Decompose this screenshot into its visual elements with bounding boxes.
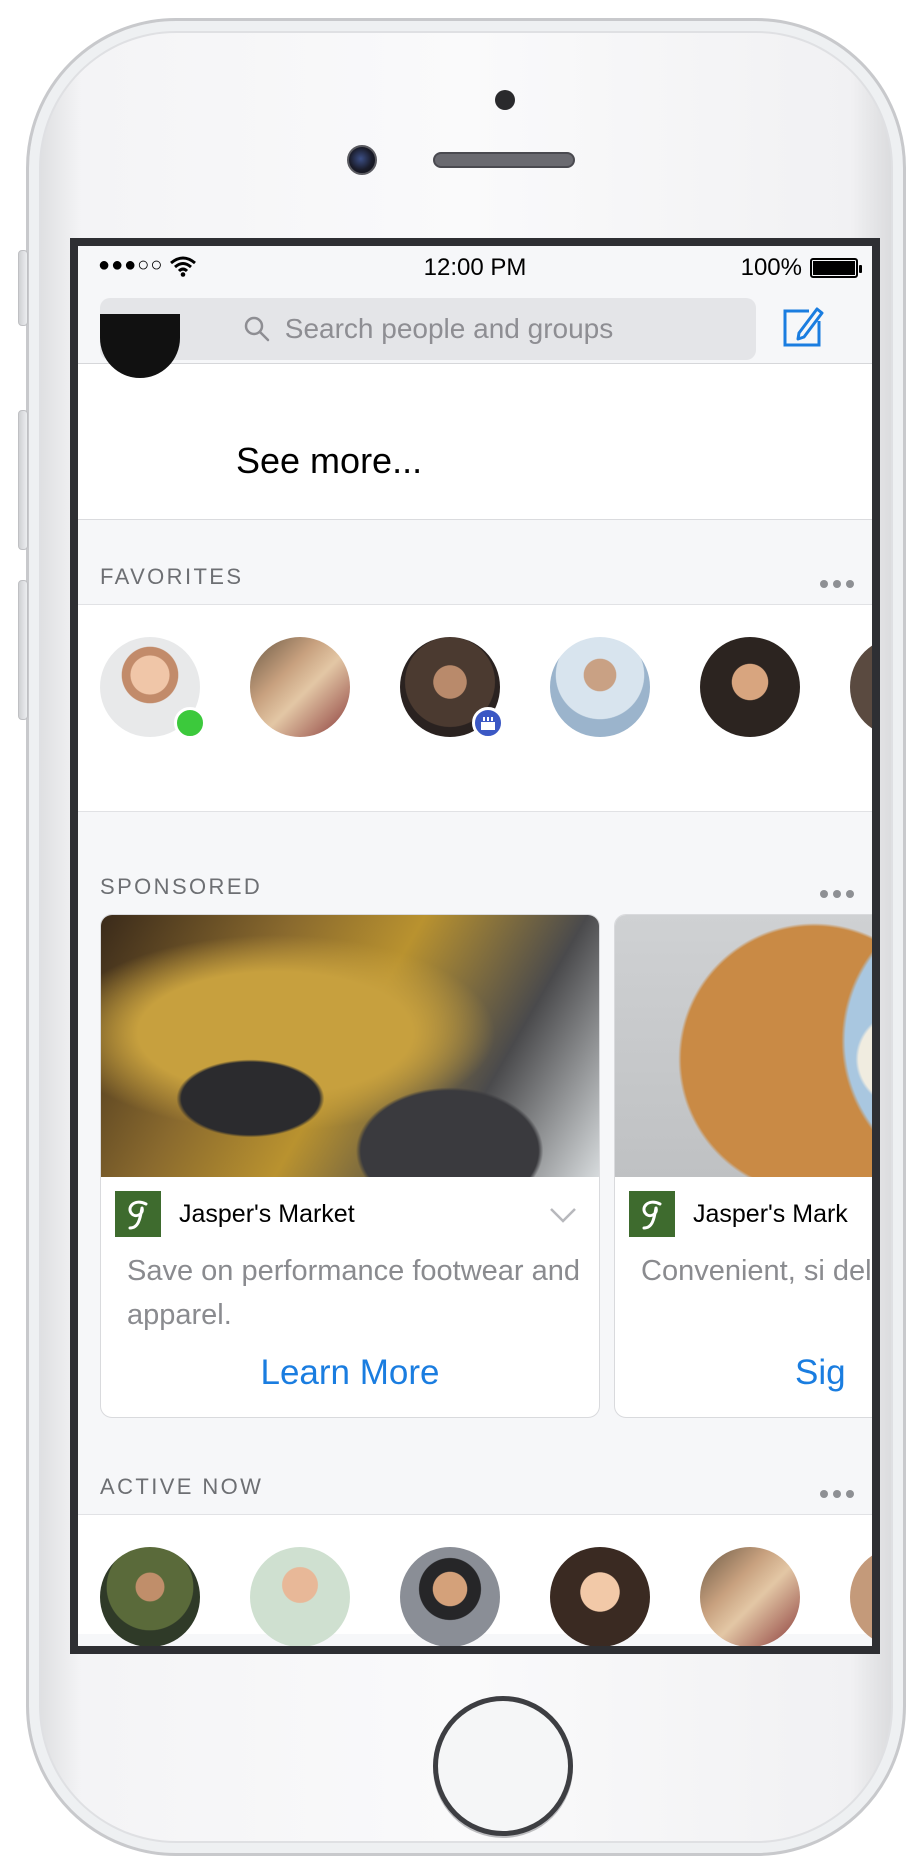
- ad-sponsor[interactable]: Jasper's Market: [115, 1191, 355, 1237]
- favorites-more-icon[interactable]: [820, 580, 854, 588]
- ad-image: [615, 915, 872, 1177]
- search-icon: [243, 315, 271, 343]
- volume-down-button: [18, 580, 28, 720]
- volume-up-button: [18, 410, 28, 550]
- mute-switch: [18, 250, 28, 326]
- avatar[interactable]: [550, 1547, 650, 1646]
- ad-description: Save on performance footwear and apparel…: [127, 1255, 580, 1331]
- battery-percent: 100%: [740, 254, 802, 281]
- battery-icon: [810, 258, 862, 278]
- brand-logo: [629, 1191, 675, 1237]
- ad-card[interactable]: Jasper's Mark Convenient, si delicious. …: [614, 914, 872, 1418]
- avatar[interactable]: [400, 637, 504, 739]
- avatar[interactable]: [850, 1547, 872, 1646]
- sign-up-button[interactable]: Sig: [795, 1353, 872, 1393]
- favorites-row: [78, 604, 872, 812]
- phone-screen: ●●●○○ 12:00 PM 100% Search people and gr…: [70, 238, 880, 1654]
- see-more-card[interactable]: See more...: [78, 314, 872, 520]
- search-header: Search people and groups: [78, 288, 872, 364]
- learn-more-button[interactable]: Learn More: [101, 1353, 599, 1393]
- brand-name: Jasper's Mark: [693, 1199, 848, 1228]
- active-now-row: [78, 1514, 872, 1646]
- sponsored-carousel[interactable]: Jasper's Market Save on performance foot…: [78, 914, 872, 1444]
- active-now-header: ACTIVE NOW: [78, 1444, 872, 1514]
- compose-icon[interactable]: [778, 302, 826, 354]
- avatar: [100, 314, 180, 378]
- avatar[interactable]: [700, 1547, 800, 1646]
- ad-card[interactable]: Jasper's Market Save on performance foot…: [100, 914, 600, 1418]
- chevron-down-icon[interactable]: [549, 1207, 577, 1228]
- avatar[interactable]: [550, 637, 650, 737]
- brand-logo: [115, 1191, 161, 1237]
- section-title: FAVORITES: [100, 564, 244, 589]
- ad-description: Convenient, si delicious. A ne: [641, 1255, 872, 1287]
- front-sensor-icon: [495, 90, 515, 110]
- search-placeholder: Search people and groups: [284, 313, 614, 344]
- avatar[interactable]: [400, 1547, 500, 1646]
- sponsored-more-icon[interactable]: [820, 890, 854, 898]
- favorites-header: FAVORITES: [78, 520, 872, 604]
- avatar[interactable]: [250, 1547, 350, 1646]
- ad-sponsor[interactable]: Jasper's Mark: [629, 1191, 848, 1237]
- birthday-cake-icon: [472, 707, 504, 739]
- home-button[interactable]: [433, 1696, 573, 1836]
- section-title: SPONSORED: [100, 874, 263, 899]
- active-now-more-icon[interactable]: [820, 1490, 854, 1498]
- see-more-link[interactable]: See more...: [236, 440, 422, 482]
- ad-image: [101, 915, 599, 1177]
- avatar[interactable]: [100, 637, 206, 739]
- brand-name: Jasper's Market: [179, 1199, 355, 1228]
- earpiece-speaker: [433, 152, 575, 168]
- online-presence-dot: [174, 707, 206, 739]
- avatar[interactable]: [250, 637, 350, 737]
- status-bar: ●●●○○ 12:00 PM 100%: [78, 246, 872, 288]
- sponsored-header: SPONSORED: [78, 812, 872, 914]
- avatar[interactable]: [700, 637, 800, 737]
- search-input[interactable]: Search people and groups: [100, 298, 756, 360]
- avatar[interactable]: [100, 1547, 200, 1646]
- conversation-list: See more... FAVORITES SPONSORED Jasper's…: [78, 314, 872, 1646]
- section-title: ACTIVE NOW: [100, 1474, 264, 1499]
- avatar[interactable]: [850, 637, 872, 737]
- front-camera-icon: [347, 145, 377, 175]
